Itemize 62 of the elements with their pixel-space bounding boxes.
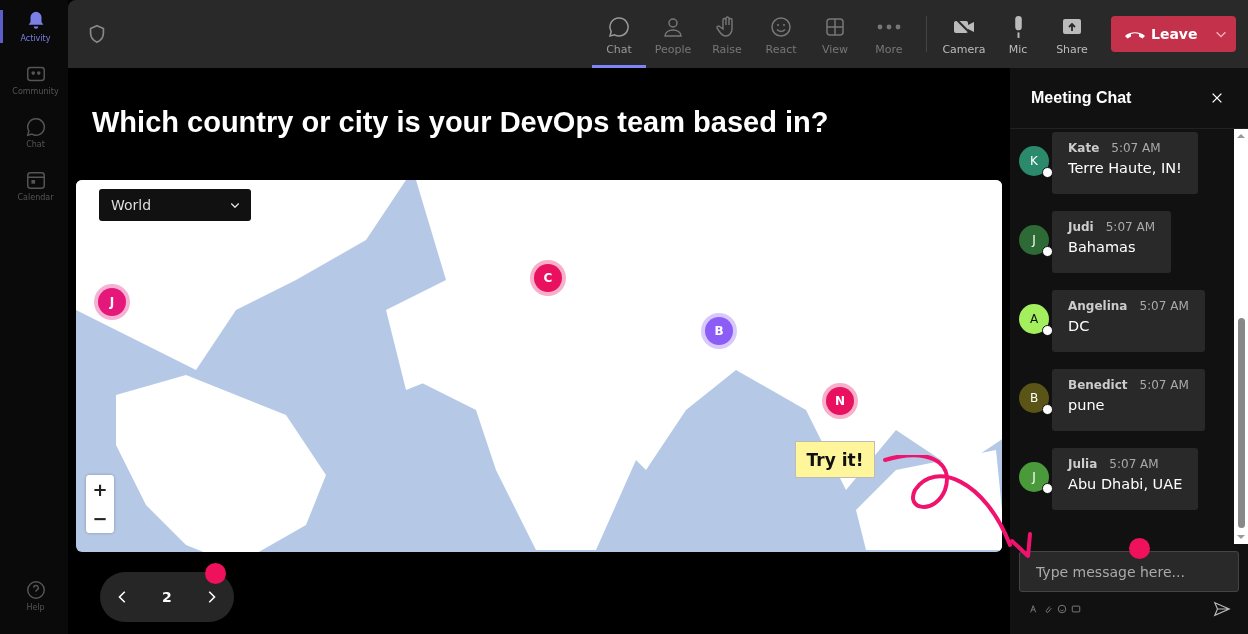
sidebar-item[interactable]: Chat bbox=[0, 116, 68, 149]
toolbar-button[interactable]: More bbox=[862, 0, 916, 68]
grid-icon bbox=[823, 15, 847, 39]
avatar: J bbox=[1019, 462, 1049, 492]
message-text: Bahamas bbox=[1068, 239, 1137, 255]
avatar: A bbox=[1019, 304, 1049, 334]
calendar-icon bbox=[24, 169, 47, 191]
sender-name: Julia bbox=[1068, 457, 1098, 471]
sidebar-item[interactable]: Community bbox=[0, 63, 68, 96]
help-item[interactable]: Help bbox=[0, 579, 68, 612]
toolbar-button[interactable]: Raise bbox=[700, 0, 754, 68]
format-icon[interactable] bbox=[1029, 604, 1039, 614]
toolbar-button[interactable]: Mic bbox=[991, 0, 1045, 68]
dots-icon bbox=[877, 24, 901, 30]
avatar: J bbox=[1019, 225, 1049, 255]
chat-title: Meeting Chat bbox=[1031, 89, 1132, 107]
scroll-up-icon[interactable] bbox=[1236, 131, 1246, 141]
message-time: 5:07 AM bbox=[1139, 378, 1189, 392]
avatar: B bbox=[1019, 383, 1049, 413]
toolbar-button[interactable]: Chat bbox=[592, 0, 646, 68]
message-text: pune bbox=[1068, 397, 1106, 413]
chat-bubble-icon bbox=[24, 116, 47, 138]
sender-name: Angelina bbox=[1068, 299, 1128, 313]
smiley-icon[interactable] bbox=[1057, 604, 1067, 614]
person-icon bbox=[661, 15, 685, 39]
sidebar-item[interactable]: Calendar bbox=[0, 169, 68, 202]
scroll-down-icon[interactable] bbox=[1236, 532, 1246, 542]
toolbar-button[interactable]: Share bbox=[1045, 0, 1099, 68]
page-number: 2 bbox=[162, 589, 172, 605]
message-time: 5:07 AM bbox=[1111, 141, 1161, 155]
close-icon[interactable] bbox=[1210, 91, 1224, 105]
chat-bubble-icon bbox=[607, 15, 631, 39]
toolbar-button[interactable]: React bbox=[754, 0, 808, 68]
sender-name: Kate bbox=[1068, 141, 1100, 155]
send-icon[interactable] bbox=[1213, 600, 1231, 618]
toolbar-button[interactable]: View bbox=[808, 0, 862, 68]
leave-button[interactable]: Leave bbox=[1111, 16, 1236, 52]
paperclip-icon[interactable] bbox=[1043, 604, 1053, 614]
pointer-dot bbox=[205, 563, 226, 584]
zoom-out-button[interactable]: − bbox=[86, 504, 114, 533]
smiley-icon bbox=[769, 15, 793, 39]
microphone-icon bbox=[1013, 15, 1023, 39]
message-text: Abu Dhabi, UAE bbox=[1068, 476, 1183, 492]
toolbar-button[interactable]: People bbox=[646, 0, 700, 68]
region-dropdown[interactable]: World bbox=[99, 189, 251, 221]
avatar: K bbox=[1019, 146, 1049, 176]
message-time: 5:07 AM bbox=[1109, 457, 1159, 471]
message-input[interactable]: Type message here... bbox=[1019, 551, 1239, 592]
toolbar-button[interactable]: Camera bbox=[937, 0, 991, 68]
hang-up-icon bbox=[1125, 29, 1145, 39]
sticky-note: Try it! bbox=[795, 441, 875, 478]
scrollbar[interactable] bbox=[1234, 129, 1248, 544]
message-time: 5:07 AM bbox=[1105, 220, 1156, 234]
message-text: DC bbox=[1068, 318, 1091, 334]
sender-name: Judi bbox=[1068, 220, 1094, 234]
help-icon bbox=[24, 579, 47, 601]
message-text: Terre Haute, IN! bbox=[1068, 160, 1182, 176]
sender-name: Benedict bbox=[1068, 378, 1128, 392]
zoom-in-button[interactable]: + bbox=[86, 475, 114, 504]
question-title: Which country or city is your DevOps team based in? bbox=[92, 105, 830, 140]
gif-icon[interactable] bbox=[1071, 604, 1081, 614]
message-time: 5:07 AM bbox=[1139, 299, 1189, 313]
